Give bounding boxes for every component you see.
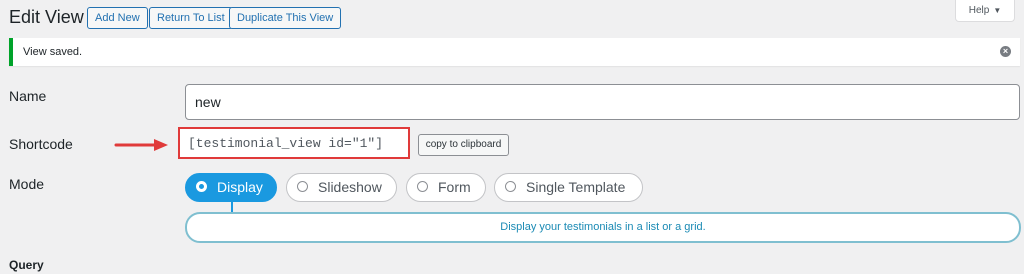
arrow-right-icon — [114, 139, 168, 151]
page-title: Edit View — [9, 7, 84, 27]
shortcode-label: Shortcode — [9, 136, 73, 152]
query-section-heading: Query — [9, 258, 44, 272]
mode-option-display[interactable]: Display — [185, 173, 277, 202]
radio-icon — [505, 181, 516, 192]
add-new-button[interactable]: Add New — [87, 7, 148, 29]
shortcode-input[interactable] — [184, 132, 404, 154]
duplicate-view-button[interactable]: Duplicate This View — [229, 7, 342, 29]
help-label: Help — [968, 5, 990, 16]
dismiss-icon[interactable]: × — [1000, 46, 1011, 57]
mode-option-label: Slideshow — [318, 179, 382, 195]
radio-icon — [417, 181, 428, 192]
shortcode-highlight — [178, 127, 410, 159]
mode-option-label: Display — [217, 179, 263, 195]
mode-option-form[interactable]: Form — [406, 173, 486, 202]
radio-icon — [297, 181, 308, 192]
mode-option-label: Form — [438, 179, 471, 195]
mode-option-single-template[interactable]: Single Template — [494, 173, 643, 202]
help-tab[interactable]: Help ▼ — [955, 0, 1015, 22]
caret-down-icon: ▼ — [993, 6, 1002, 15]
notice-text: View saved. — [23, 46, 83, 58]
name-label: Name — [9, 88, 47, 104]
radio-selected-icon — [196, 181, 207, 192]
return-to-list-button[interactable]: Return To List — [149, 7, 233, 29]
name-input[interactable] — [185, 84, 1020, 120]
mode-option-label: Single Template — [526, 179, 626, 195]
copy-to-clipboard-button[interactable]: copy to clipboard — [418, 134, 509, 156]
mode-label: Mode — [9, 176, 45, 192]
success-notice: View saved. × — [9, 38, 1020, 66]
mode-option-slideshow[interactable]: Slideshow — [286, 173, 397, 202]
mode-description: Display your testimonials in a list or a… — [185, 212, 1021, 243]
